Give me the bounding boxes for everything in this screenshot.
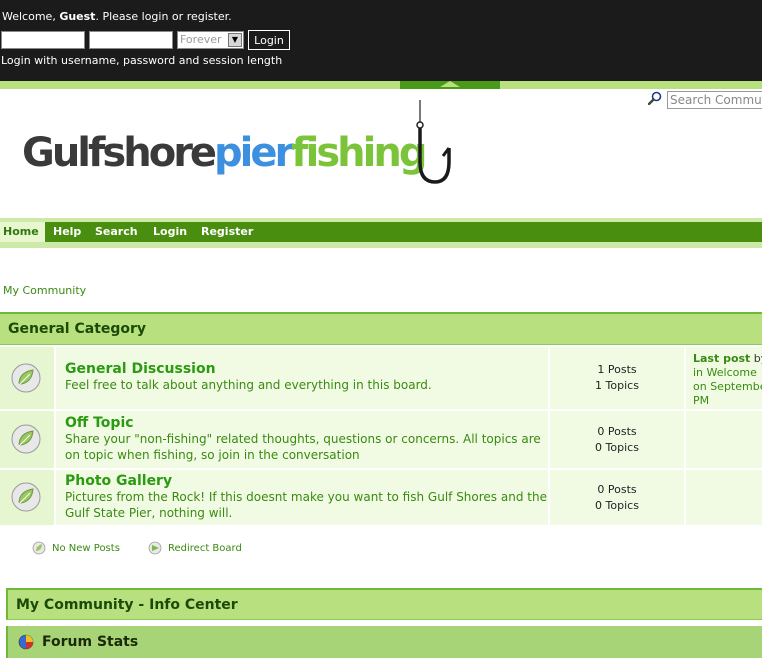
arrow-up-icon [440,81,460,87]
posts-count: 1 Posts [597,363,637,376]
legend-redirect-board: Redirect Board [148,541,242,555]
nav-register[interactable]: Register [201,222,253,242]
guest-name: Guest [59,10,96,23]
board-last-post [686,411,762,468]
board-description: Share your "non-fishing" related thought… [65,432,541,462]
last-post-date: on September [693,380,762,393]
password-input[interactable] [89,31,173,49]
main-nav: Home Help Search Login Register [0,218,762,248]
board-description: Feel free to talk about anything and eve… [65,378,432,392]
no-new-posts-icon [32,541,46,555]
board-row: General Discussion Feel free to talk abo… [0,347,762,409]
nav-help[interactable]: Help [53,222,81,242]
last-post-topic-link[interactable]: in Welcome [693,366,762,380]
forum-stats-header: Forum Stats [6,626,762,658]
legend-no-new-posts: No New Posts [32,541,120,555]
board-info: General Discussion Feel free to talk abo… [56,347,548,409]
nav-home[interactable]: Home [0,222,45,242]
welcome-mid: . Please [95,10,142,23]
session-length-select[interactable]: Forever ▼ [177,31,244,49]
posts-count: 0 Posts [597,425,637,438]
logo-wordmark: Gulfshorepierfishing [22,130,427,176]
board-row: Photo Gallery Pictures from the Rock! If… [0,470,762,525]
board-stats: 0 Posts 0 Topics [550,470,684,525]
no-new-posts-icon [11,363,41,393]
last-post-by: by [753,352,762,365]
board-info: Photo Gallery Pictures from the Rock! If… [56,470,548,525]
last-post-label: Last post [693,352,751,365]
topics-count: 0 Topics [595,441,639,454]
board-title-general-discussion[interactable]: General Discussion [65,361,548,377]
search-input[interactable]: Search Community [667,91,762,109]
session-length-value: Forever [180,33,222,46]
register-link[interactable]: register [187,10,228,23]
site-logo[interactable]: Gulfshorepierfishing [22,100,451,195]
login-hint: Login with username, password and sessio… [1,54,283,67]
nav-login[interactable]: Login [153,222,187,242]
logo-part-gulfshore: Gulfshore [22,130,217,176]
username-input[interactable] [1,31,85,49]
welcome-prefix: Welcome, [2,10,60,23]
breadcrumb[interactable]: My Community [3,284,86,297]
board-title-off-topic[interactable]: Off Topic [65,415,548,431]
login-link[interactable]: login [142,10,169,23]
board-row: Off Topic Share your "non-fishing" relat… [0,411,762,468]
no-new-posts-icon [11,424,41,454]
board-last-post [686,470,762,525]
board-icon-cell [0,470,54,525]
board-icon-cell [0,347,54,409]
board-info: Off Topic Share your "non-fishing" relat… [56,411,548,468]
board-icon-cell [0,411,54,468]
topics-count: 1 Topics [595,379,639,392]
fish-hook-icon [416,100,451,184]
category-header[interactable]: General Category [0,312,762,345]
header-strip [0,81,762,89]
logo-part-pier: pier [214,130,294,176]
board-stats: 1 Posts 1 Topics [550,347,684,409]
board-title-photo-gallery[interactable]: Photo Gallery [65,473,548,489]
collapse-header-toggle[interactable] [400,81,500,89]
welcome-text: Welcome, Guest. Please login or register… [2,10,232,23]
no-new-posts-icon [11,482,41,512]
chevron-down-icon[interactable]: ▼ [228,33,242,47]
pie-chart-icon [18,634,34,650]
info-center-header[interactable]: My Community - Info Center [6,588,762,620]
board-stats: 0 Posts 0 Topics [550,411,684,468]
legend-no-new-label: No New Posts [52,543,120,554]
legend-redirect-label: Redirect Board [168,543,242,554]
topics-count: 0 Topics [595,499,639,512]
user-bar: Welcome, Guest. Please login or register… [0,0,762,81]
board-description: Pictures from the Rock! If this doesnt m… [65,490,547,520]
welcome-or: or [168,10,187,23]
redirect-arrow-icon [148,541,162,555]
forum-stats-label: Forum Stats [42,634,139,650]
nav-search[interactable]: Search [95,222,138,242]
welcome-period: . [228,10,232,23]
login-button[interactable]: Login [248,30,290,50]
last-post-time: PM [693,394,710,407]
board-last-post: Last post by in Welcome on September PM [686,347,762,409]
posts-count: 0 Posts [597,483,637,496]
search-icon[interactable] [648,91,662,105]
